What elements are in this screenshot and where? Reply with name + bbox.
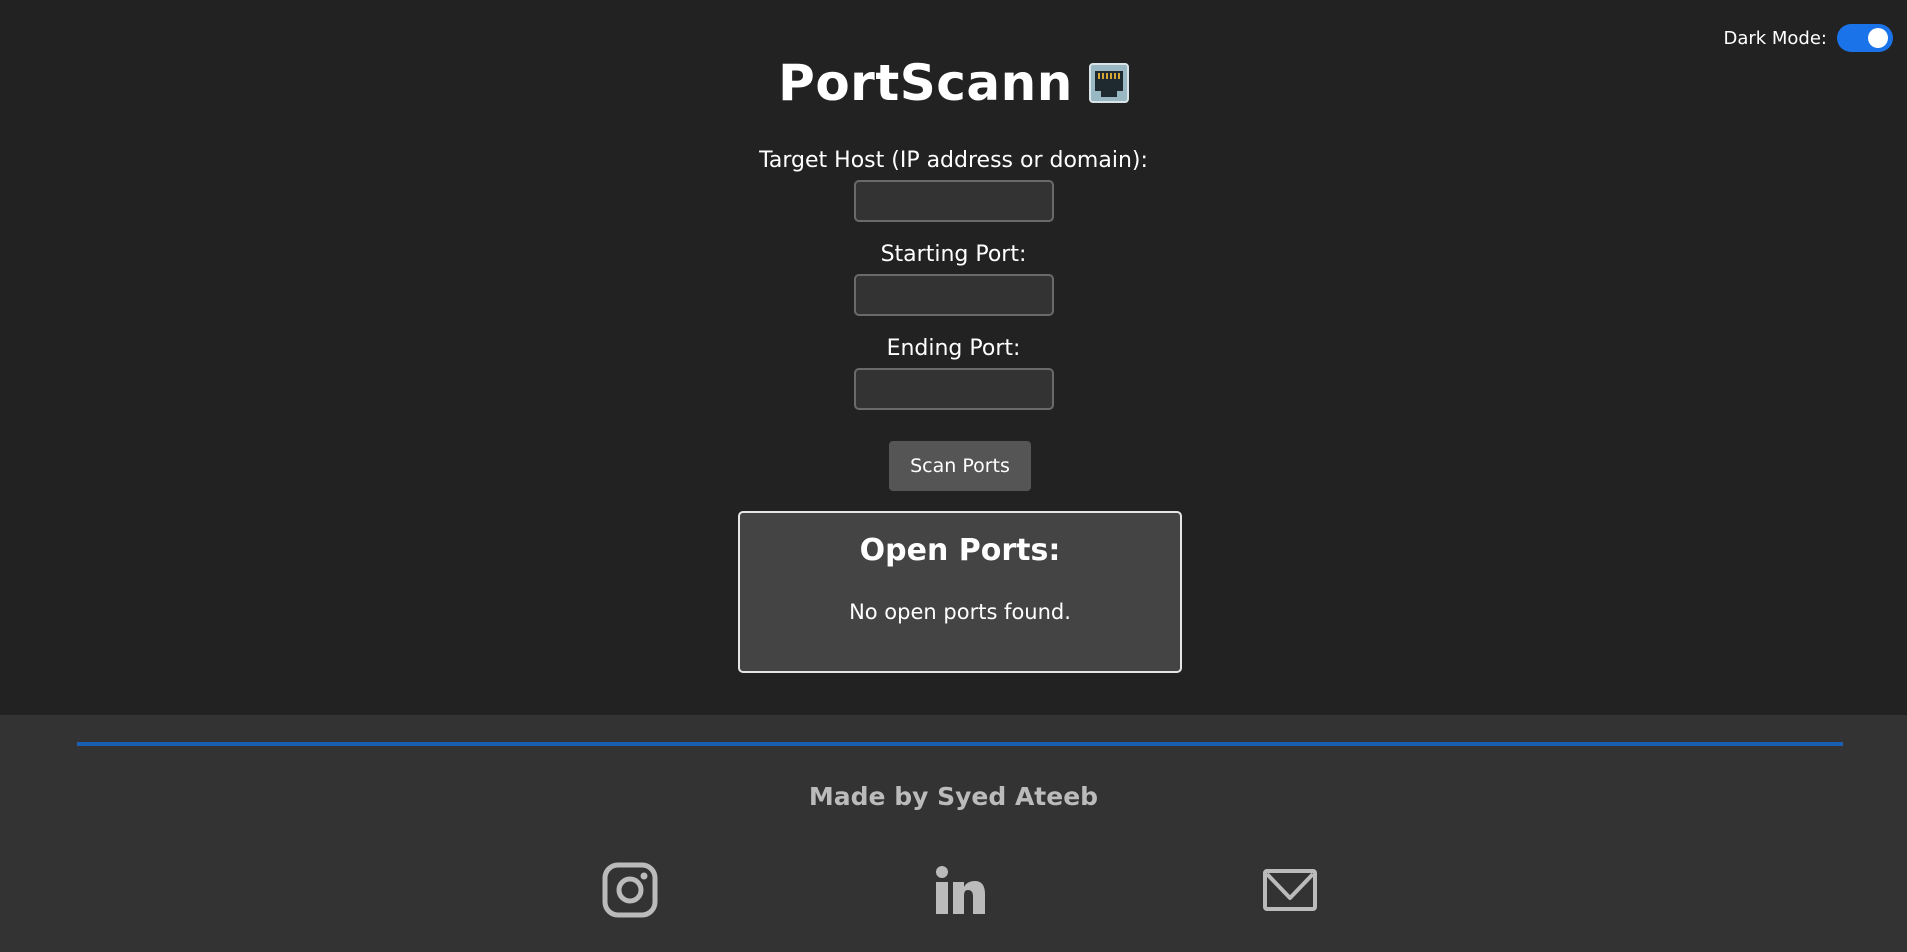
starting-port-input[interactable] xyxy=(853,274,1054,316)
target-host-group: Target Host (IP address or domain): xyxy=(0,148,1907,222)
ethernet-port-icon xyxy=(1088,63,1129,103)
footer-credit: Made by Syed Ateeb xyxy=(808,782,1099,811)
linkedin-link[interactable] xyxy=(931,861,989,919)
page-title: PortScann xyxy=(778,54,1073,112)
ending-port-label: Ending Port: xyxy=(886,336,1021,361)
mail-icon xyxy=(1263,869,1317,911)
footer: Made by Syed Ateeb xyxy=(0,715,1907,952)
instagram-link[interactable] xyxy=(601,861,659,919)
target-host-label: Target Host (IP address or domain): xyxy=(759,148,1148,173)
target-host-input[interactable] xyxy=(853,180,1054,222)
starting-port-label: Starting Port: xyxy=(880,242,1027,267)
main-content: PortScann Target Host (IP address or dom… xyxy=(0,0,1907,715)
results-message: No open ports found. xyxy=(849,600,1071,624)
scan-ports-button[interactable]: Scan Ports xyxy=(889,441,1031,491)
page-header: PortScann xyxy=(0,54,1907,112)
ending-port-group: Ending Port: xyxy=(0,336,1907,410)
instagram-icon xyxy=(602,862,658,918)
email-link[interactable] xyxy=(1261,861,1319,919)
results-panel: Open Ports: No open ports found. xyxy=(738,511,1182,673)
starting-port-group: Starting Port: xyxy=(0,242,1907,316)
results-title: Open Ports: xyxy=(859,533,1061,568)
ending-port-input[interactable] xyxy=(853,368,1054,410)
linkedin-icon xyxy=(936,866,985,914)
footer-divider xyxy=(77,742,1843,746)
